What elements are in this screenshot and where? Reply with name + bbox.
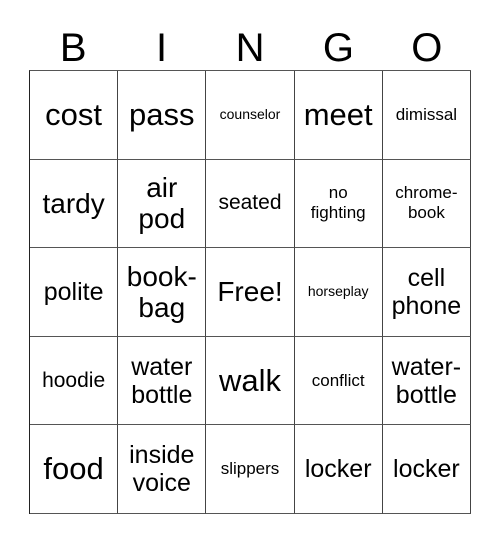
bingo-cell-label: counselor bbox=[219, 106, 281, 123]
bingo-grid: cost pass counselor meet dimissal tardy air po… bbox=[29, 70, 471, 514]
bingo-cell[interactable]: air pod bbox=[118, 159, 207, 249]
bingo-cell-label: no fighting bbox=[310, 183, 366, 223]
bingo-cell[interactable]: pass bbox=[118, 71, 207, 160]
bingo-cell-label: dimissal bbox=[395, 104, 458, 124]
bingo-cell-label: cell phone bbox=[391, 263, 462, 320]
bingo-cell[interactable]: water- bottle bbox=[382, 336, 471, 426]
bingo-cell[interactable]: slippers bbox=[206, 425, 295, 514]
bingo-cell-label: conflict bbox=[311, 370, 365, 390]
bingo-cell[interactable]: seated bbox=[206, 159, 295, 249]
bingo-header-letter-n: N bbox=[235, 26, 265, 70]
bingo-header-letter-g: G bbox=[322, 26, 354, 70]
bingo-cell-label: meet bbox=[303, 96, 373, 132]
bingo-header-row: BINGO bbox=[29, 16, 471, 70]
bingo-cell-label: tardy bbox=[42, 187, 105, 219]
bingo-cell-label: air pod bbox=[138, 172, 186, 235]
bingo-header-letter-i: I bbox=[156, 26, 168, 70]
bingo-cell[interactable]: horseplay bbox=[294, 248, 383, 337]
bingo-cell-label: cost bbox=[45, 96, 103, 132]
bingo-cell[interactable]: cell phone bbox=[382, 248, 471, 337]
bingo-cell[interactable]: conflict bbox=[294, 336, 383, 426]
bingo-cell[interactable]: walk bbox=[206, 336, 295, 426]
bingo-cell-label: Free! bbox=[217, 276, 283, 308]
bingo-cell-label: locker bbox=[304, 455, 372, 484]
bingo-free-space-cell[interactable]: Free! bbox=[206, 248, 295, 337]
bingo-cell-label: horseplay bbox=[307, 283, 369, 300]
bingo-cell[interactable]: inside voice bbox=[118, 425, 207, 514]
bingo-cell-label: water- bottle bbox=[391, 352, 462, 409]
bingo-cell[interactable]: tardy bbox=[30, 159, 119, 249]
bingo-cell-label: slippers bbox=[220, 459, 280, 479]
bingo-cell[interactable]: food bbox=[30, 425, 119, 514]
bingo-cell-label: locker bbox=[393, 455, 460, 484]
bingo-cell-label: walk bbox=[218, 362, 281, 398]
bingo-cell[interactable]: hoodie bbox=[30, 336, 119, 426]
bingo-cell[interactable]: locker bbox=[382, 425, 471, 514]
bingo-cell-label: hoodie bbox=[42, 368, 106, 392]
bingo-cell[interactable]: chrome- book bbox=[382, 159, 471, 249]
bingo-cell-label: food bbox=[43, 451, 104, 487]
bingo-cell[interactable]: dimissal bbox=[382, 71, 471, 160]
bingo-cell[interactable]: water bottle bbox=[118, 336, 207, 426]
bingo-card: B I N G O cost pass counselor meet dimissal tardy… bbox=[0, 0, 500, 544]
bingo-cell[interactable]: locker bbox=[294, 425, 383, 514]
bingo-cell[interactable]: book- bag bbox=[118, 248, 207, 337]
bingo-header-letter-b: B bbox=[59, 26, 87, 70]
bingo-cell[interactable]: polite bbox=[30, 248, 119, 337]
bingo-header-letter-o: O bbox=[411, 26, 443, 70]
bingo-cell[interactable]: no fighting bbox=[294, 159, 383, 249]
bingo-cell-label: book- bag bbox=[126, 260, 197, 323]
bingo-cell-label: pass bbox=[129, 96, 195, 132]
bingo-cell-label: chrome- book bbox=[395, 183, 458, 223]
bingo-cell[interactable]: cost bbox=[30, 71, 119, 160]
bingo-cell-label: inside voice bbox=[129, 441, 195, 498]
bingo-cell-label: seated bbox=[218, 191, 282, 215]
bingo-cell-label: water bottle bbox=[131, 352, 193, 409]
bingo-cell[interactable]: meet bbox=[294, 71, 383, 160]
bingo-cell[interactable]: counselor bbox=[206, 71, 295, 160]
bingo-cell-label: polite bbox=[43, 277, 104, 306]
